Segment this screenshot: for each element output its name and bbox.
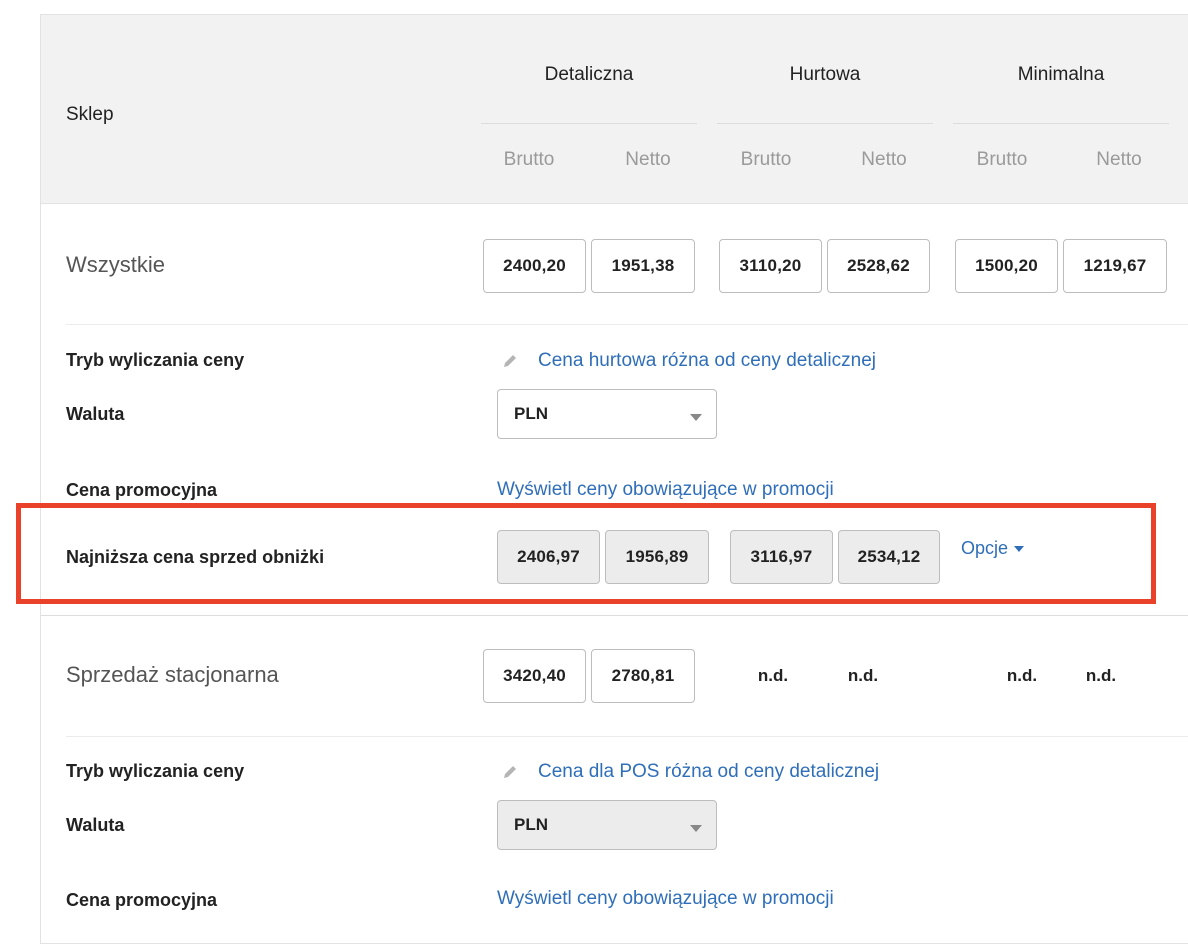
divider <box>66 324 1188 325</box>
price-input-retail-net[interactable]: 1951,38 <box>591 239 695 293</box>
subheader-netto: Netto <box>861 149 907 170</box>
chevron-down-icon <box>690 414 702 421</box>
header-hurtowa: Hurtowa <box>789 64 861 85</box>
calc-mode-link[interactable]: Cena hurtowa różna od ceny detalicznej <box>538 350 876 372</box>
subheader-brutto: Brutto <box>740 149 792 170</box>
subheader-brutto: Brutto <box>503 149 555 170</box>
header-divider <box>717 123 933 124</box>
divider <box>41 615 1188 616</box>
chevron-down-icon <box>690 825 702 832</box>
promo-label: Cena promocyjna <box>66 890 218 910</box>
price-input-retail-gross[interactable]: 2400,20 <box>483 239 586 293</box>
calc-mode-link[interactable]: Cena dla POS różna od ceny detalicznej <box>538 761 879 783</box>
pencil-icon[interactable] <box>502 764 518 780</box>
currency-label: Waluta <box>66 404 125 424</box>
promo-link[interactable]: Wyświetl ceny obowiązujące w promocji <box>497 888 834 910</box>
row-title-stationary: Sprzedaż stacjonarna <box>66 662 279 687</box>
divider <box>66 736 1188 737</box>
promo-link[interactable]: Wyświetl ceny obowiązujące w promocji <box>497 479 834 501</box>
not-available-text: n.d. <box>757 666 789 685</box>
price-input-wholesale-gross[interactable]: 3110,20 <box>719 239 822 293</box>
currency-value: PLN <box>514 404 548 423</box>
header-detaliczna: Detaliczna <box>544 64 634 85</box>
header-divider <box>481 123 697 124</box>
price-input-minimum-net[interactable]: 1219,67 <box>1063 239 1167 293</box>
pencil-icon[interactable] <box>502 353 518 369</box>
store-column-header: Sklep <box>66 104 114 125</box>
price-input-retail-gross[interactable]: 3420,40 <box>483 649 586 703</box>
price-input-retail-net[interactable]: 2780,81 <box>591 649 695 703</box>
price-input-wholesale-net[interactable]: 2528,62 <box>827 239 930 293</box>
currency-select[interactable]: PLN <box>497 389 717 439</box>
not-available-text: n.d. <box>1006 666 1038 685</box>
header-minimalna: Minimalna <box>1017 64 1105 85</box>
divider <box>41 203 1188 204</box>
promo-label: Cena promocyjna <box>66 480 218 500</box>
currency-label: Waluta <box>66 815 125 835</box>
currency-value: PLN <box>514 815 548 834</box>
highlight-frame <box>16 503 1156 604</box>
table-header <box>41 15 1188 203</box>
subheader-brutto: Brutto <box>976 149 1028 170</box>
subheader-netto: Netto <box>1096 149 1142 170</box>
calc-mode-label: Tryb wyliczania ceny <box>66 350 245 370</box>
calc-mode-label: Tryb wyliczania ceny <box>66 761 245 781</box>
not-available-text: n.d. <box>1085 666 1117 685</box>
price-input-minimum-gross[interactable]: 1500,20 <box>955 239 1058 293</box>
not-available-text: n.d. <box>847 666 879 685</box>
currency-select: PLN <box>497 800 717 850</box>
subheader-netto: Netto <box>625 149 671 170</box>
row-title-all: Wszystkie <box>66 252 165 277</box>
header-divider <box>953 123 1169 124</box>
